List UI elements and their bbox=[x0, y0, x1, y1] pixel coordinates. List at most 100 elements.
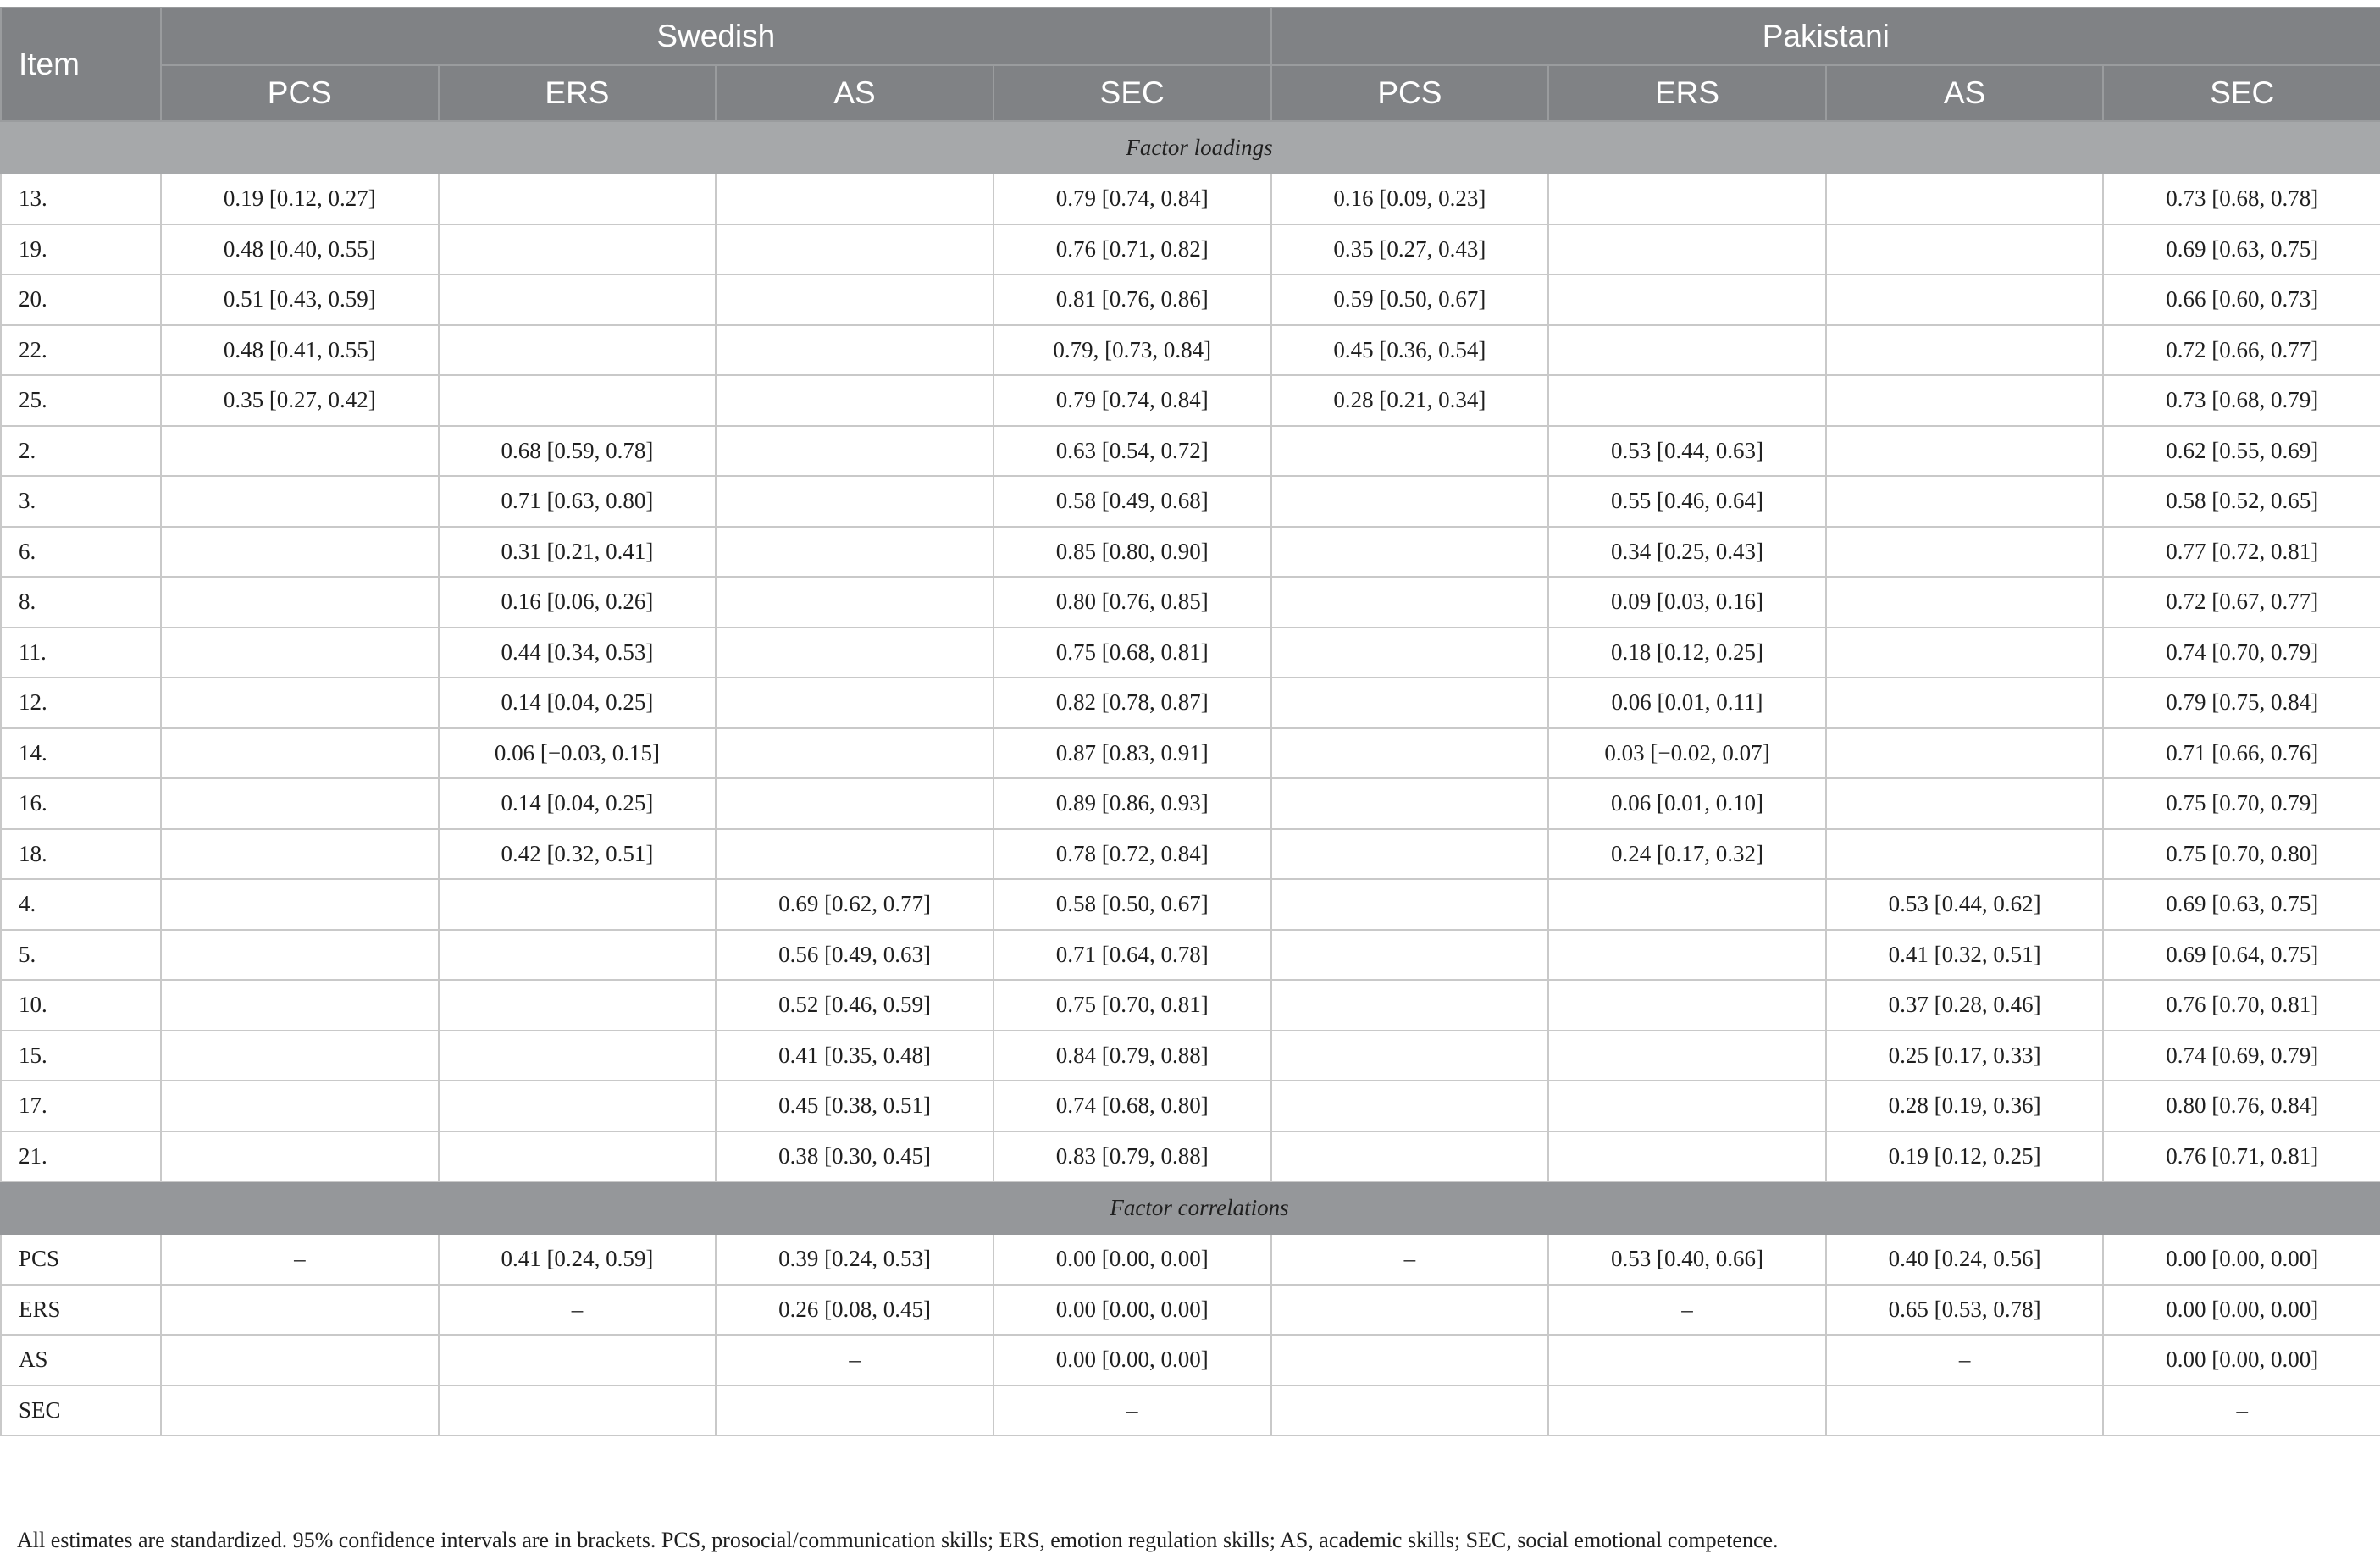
value-cell bbox=[1270, 1384, 1550, 1436]
value-cell bbox=[437, 1130, 717, 1182]
value-cell bbox=[1270, 1080, 1550, 1132]
value-cell bbox=[1824, 475, 2105, 528]
value-cell bbox=[160, 1130, 440, 1182]
value-cell: 0.62 [0.55, 0.69] bbox=[2102, 424, 2380, 477]
value-cell bbox=[160, 424, 440, 477]
value-cell: 0.00 [0.00, 0.00] bbox=[992, 1283, 1272, 1336]
value-cell: 0.76 [0.71, 0.82] bbox=[992, 223, 1272, 275]
table-row: 4. 0.69 [0.62, 0.77] 0.58 [0.50, 0.67] 0.53… bbox=[0, 878, 2380, 931]
value-cell: 0.38 [0.30, 0.45] bbox=[715, 1130, 994, 1182]
item-cell: 5. bbox=[0, 928, 162, 981]
value-cell bbox=[437, 173, 717, 225]
table-row: 22. 0.48 [0.41, 0.55] 0.79, [0.73, 0.84] 0.… bbox=[0, 324, 2380, 376]
value-cell bbox=[715, 475, 994, 528]
value-cell bbox=[437, 979, 717, 1031]
subcolumn-header: AS bbox=[715, 64, 994, 122]
value-cell: – bbox=[1824, 1334, 2105, 1386]
value-cell bbox=[437, 1029, 717, 1081]
value-cell bbox=[715, 677, 994, 729]
value-cell bbox=[160, 677, 440, 729]
value-cell bbox=[160, 827, 440, 880]
value-cell: – bbox=[2102, 1384, 2380, 1436]
value-cell: 0.65 [0.53, 0.78] bbox=[1824, 1283, 2105, 1336]
value-cell bbox=[715, 525, 994, 578]
value-cell: 0.37 [0.28, 0.46] bbox=[1824, 979, 2105, 1031]
value-cell bbox=[1824, 727, 2105, 779]
value-cell: – bbox=[160, 1233, 440, 1286]
item-cell: 6. bbox=[0, 525, 162, 578]
section-header-row: Factor correlations bbox=[0, 1181, 2380, 1235]
value-cell: 0.28 [0.21, 0.34] bbox=[1270, 374, 1550, 427]
value-cell bbox=[1824, 677, 2105, 729]
value-cell: 0.25 [0.17, 0.33] bbox=[1824, 1029, 2105, 1081]
value-cell bbox=[437, 878, 717, 931]
value-cell bbox=[1270, 928, 1550, 981]
item-cell: 10. bbox=[0, 979, 162, 1031]
value-cell bbox=[715, 727, 994, 779]
value-cell: 0.76 [0.71, 0.81] bbox=[2102, 1130, 2380, 1182]
value-cell: 0.74 [0.70, 0.79] bbox=[2102, 626, 2380, 678]
table-body: Factor loadings 13. 0.19 [0.12, 0.27] 0.79 … bbox=[0, 120, 2380, 1436]
value-cell bbox=[1547, 1080, 1827, 1132]
value-cell: 0.09 [0.03, 0.16] bbox=[1547, 576, 1827, 628]
value-cell: – bbox=[715, 1334, 994, 1386]
subcolumn-header: ERS bbox=[437, 64, 717, 122]
value-cell bbox=[715, 576, 994, 628]
value-cell bbox=[437, 1334, 717, 1386]
value-cell: 0.63 [0.54, 0.72] bbox=[992, 424, 1272, 477]
item-cell: 21. bbox=[0, 1130, 162, 1182]
value-cell: 0.19 [0.12, 0.25] bbox=[1824, 1130, 2105, 1182]
value-cell: 0.71 [0.63, 0.80] bbox=[437, 475, 717, 528]
subcolumn-header: SEC bbox=[2102, 64, 2380, 122]
value-cell bbox=[160, 576, 440, 628]
value-cell bbox=[715, 424, 994, 477]
value-cell bbox=[1547, 878, 1827, 931]
value-cell: 0.79 [0.74, 0.84] bbox=[992, 173, 1272, 225]
table-container: Item Swedish Pakistani PCS ERS AS SEC PC… bbox=[0, 7, 2380, 1436]
value-cell: 0.06 [−0.03, 0.15] bbox=[437, 727, 717, 779]
group-header-swedish: Swedish bbox=[160, 7, 1272, 66]
value-cell: 0.79 [0.75, 0.84] bbox=[2102, 677, 2380, 729]
value-cell: 0.69 [0.63, 0.75] bbox=[2102, 223, 2380, 275]
table-row: 20. 0.51 [0.43, 0.59] 0.81 [0.76, 0.86] 0.5… bbox=[0, 274, 2380, 326]
value-cell: – bbox=[1547, 1283, 1827, 1336]
value-cell bbox=[715, 626, 994, 678]
table-header: Item Swedish Pakistani PCS ERS AS SEC PC… bbox=[0, 7, 2380, 122]
item-cell: 11. bbox=[0, 626, 162, 678]
value-cell: 0.72 [0.66, 0.77] bbox=[2102, 324, 2380, 376]
value-cell bbox=[1547, 1029, 1827, 1081]
value-cell: 0.06 [0.01, 0.11] bbox=[1547, 677, 1827, 729]
value-cell bbox=[715, 777, 994, 830]
value-cell: 0.56 [0.49, 0.63] bbox=[715, 928, 994, 981]
value-cell: 0.31 [0.21, 0.41] bbox=[437, 525, 717, 578]
value-cell bbox=[437, 1384, 717, 1436]
value-cell bbox=[160, 777, 440, 830]
table-row: 8. 0.16 [0.06, 0.26] 0.80 [0.76, 0.85] 0.09… bbox=[0, 576, 2380, 628]
value-cell: 0.14 [0.04, 0.25] bbox=[437, 777, 717, 830]
value-cell bbox=[1547, 324, 1827, 376]
subcolumn-header: SEC bbox=[992, 64, 1272, 122]
value-cell bbox=[1547, 173, 1827, 225]
value-cell: 0.42 [0.32, 0.51] bbox=[437, 827, 717, 880]
subcolumn-header: PCS bbox=[1270, 64, 1550, 122]
value-cell: 0.69 [0.64, 0.75] bbox=[2102, 928, 2380, 981]
value-cell bbox=[1824, 173, 2105, 225]
value-cell: – bbox=[1270, 1233, 1550, 1286]
item-cell: 8. bbox=[0, 576, 162, 628]
value-cell bbox=[1547, 928, 1827, 981]
value-cell: 0.00 [0.00, 0.00] bbox=[2102, 1334, 2380, 1386]
value-cell bbox=[160, 1334, 440, 1386]
subcolumn-header: PCS bbox=[160, 64, 440, 122]
value-cell bbox=[1270, 677, 1550, 729]
value-cell: 0.26 [0.08, 0.45] bbox=[715, 1283, 994, 1336]
value-cell bbox=[160, 928, 440, 981]
value-cell bbox=[160, 1080, 440, 1132]
value-cell bbox=[437, 1080, 717, 1132]
value-cell bbox=[160, 727, 440, 779]
results-table: Item Swedish Pakistani PCS ERS AS SEC PC… bbox=[0, 7, 2380, 1436]
value-cell: 0.52 [0.46, 0.59] bbox=[715, 979, 994, 1031]
value-cell: 0.78 [0.72, 0.84] bbox=[992, 827, 1272, 880]
value-cell bbox=[1270, 1334, 1550, 1386]
value-cell bbox=[1547, 223, 1827, 275]
value-cell: 0.00 [0.00, 0.00] bbox=[992, 1233, 1272, 1286]
